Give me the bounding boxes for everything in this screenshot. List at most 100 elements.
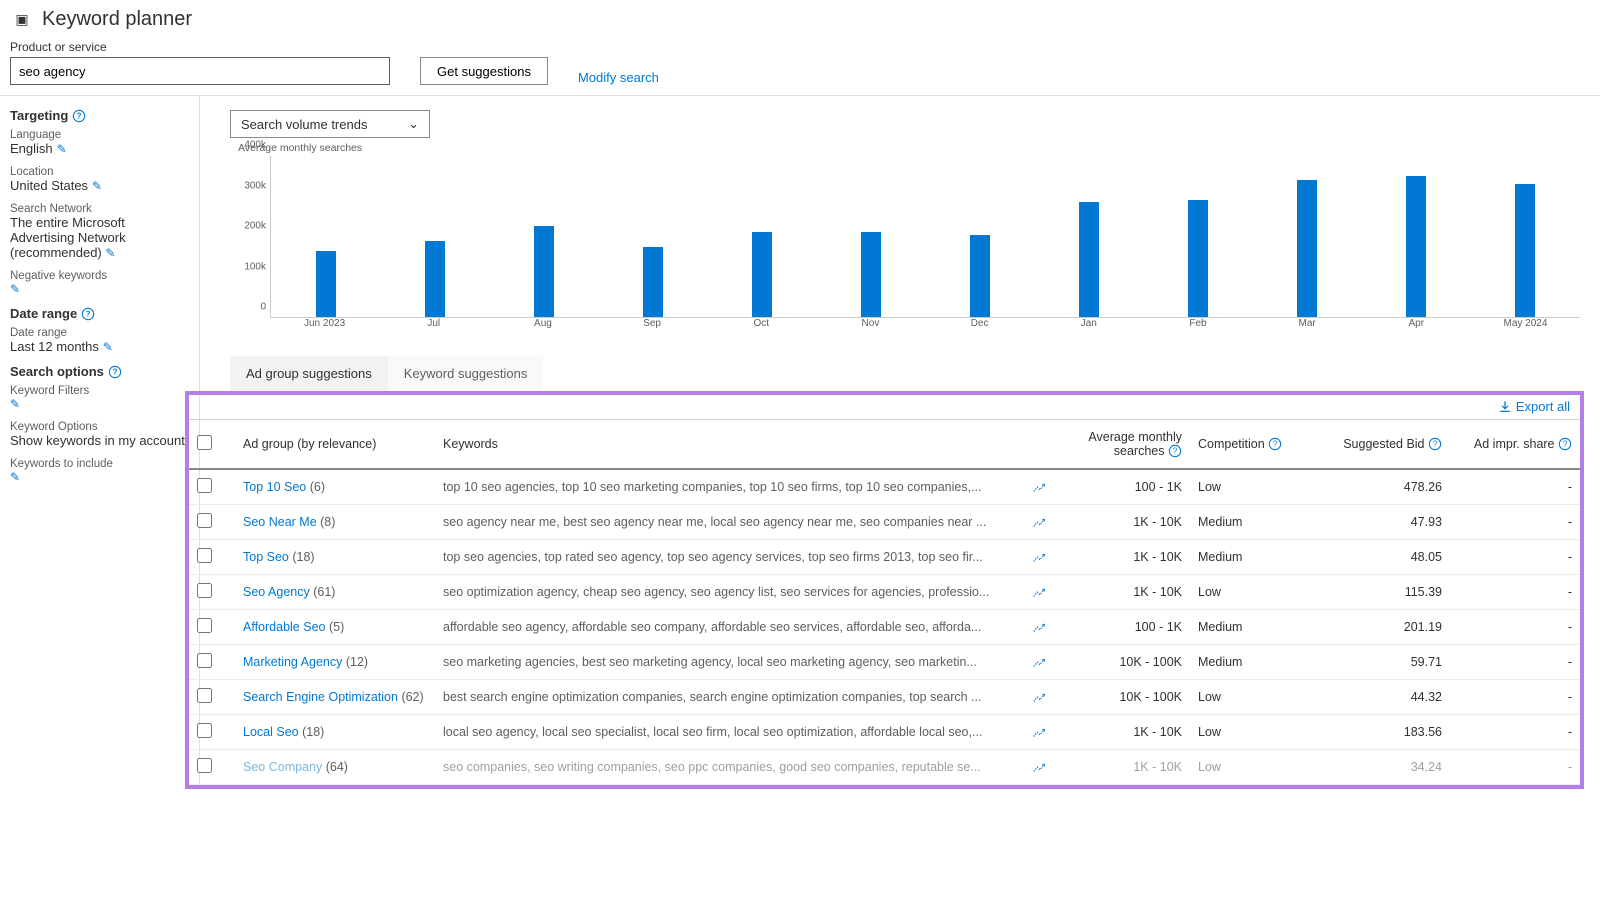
table-row: Marketing Agency (12) seo marketing agen… bbox=[189, 645, 1580, 680]
options-label: Keyword Options bbox=[10, 421, 189, 433]
competition-cell: Medium bbox=[1190, 505, 1310, 540]
select-all-checkbox[interactable] bbox=[197, 435, 212, 450]
adgroup-link[interactable]: Top 10 Seo bbox=[243, 480, 306, 494]
pencil-icon[interactable]: ✎ bbox=[10, 282, 20, 296]
col-adgroup[interactable]: Ad group (by relevance) bbox=[235, 419, 435, 469]
competition-cell: Medium bbox=[1190, 610, 1310, 645]
row-checkbox[interactable] bbox=[197, 688, 212, 703]
info-icon[interactable]: ? bbox=[1558, 437, 1572, 451]
impr-share-cell: - bbox=[1450, 680, 1580, 715]
language-label: Language bbox=[10, 129, 189, 141]
language-value: English bbox=[10, 141, 53, 156]
pencil-icon[interactable]: ✎ bbox=[57, 142, 67, 156]
chart-bar bbox=[1297, 180, 1317, 317]
trend-icon[interactable] bbox=[1032, 585, 1046, 599]
daterange-value: Last 12 months bbox=[10, 339, 99, 354]
chart-bar bbox=[316, 251, 336, 317]
bid-cell: 59.71 bbox=[1310, 645, 1450, 680]
row-checkbox[interactable] bbox=[197, 653, 212, 668]
network-label: Search Network bbox=[10, 203, 189, 215]
competition-cell: Low bbox=[1190, 715, 1310, 750]
collapse-icon[interactable]: ▣ bbox=[10, 11, 34, 28]
x-tick: Jun 2023 bbox=[270, 318, 379, 336]
get-suggestions-button[interactable]: Get suggestions bbox=[420, 57, 548, 85]
row-checkbox[interactable] bbox=[197, 723, 212, 738]
adgroup-count: (62) bbox=[401, 690, 423, 704]
adgroup-count: (5) bbox=[329, 620, 344, 634]
adgroup-count: (8) bbox=[320, 515, 335, 529]
pencil-icon[interactable]: ✎ bbox=[103, 340, 113, 354]
x-tick: Apr bbox=[1362, 318, 1471, 336]
info-icon[interactable]: ? bbox=[1168, 444, 1182, 458]
chart-bar bbox=[1406, 176, 1426, 317]
pencil-icon[interactable]: ✎ bbox=[10, 470, 20, 484]
chart-bar bbox=[534, 226, 554, 317]
product-service-input[interactable] bbox=[10, 57, 390, 85]
trend-icon[interactable] bbox=[1032, 760, 1046, 774]
info-icon[interactable]: ? bbox=[81, 307, 95, 321]
row-checkbox[interactable] bbox=[197, 548, 212, 563]
chart-caption: Average monthly searches bbox=[238, 142, 1584, 154]
impr-share-cell: - bbox=[1450, 469, 1580, 505]
x-tick: Oct bbox=[707, 318, 816, 336]
col-impr-share[interactable]: Ad impr. share bbox=[1474, 437, 1555, 451]
keywords-cell: best search engine optimization companie… bbox=[435, 680, 1024, 715]
table-row: Seo Company (64) seo companies, seo writ… bbox=[189, 750, 1580, 785]
trend-icon[interactable] bbox=[1032, 550, 1046, 564]
chart-bar bbox=[425, 241, 445, 317]
row-checkbox[interactable] bbox=[197, 513, 212, 528]
pencil-icon[interactable]: ✎ bbox=[105, 246, 115, 260]
trend-icon[interactable] bbox=[1032, 480, 1046, 494]
keywords-cell: top seo agencies, top rated seo agency, … bbox=[435, 540, 1024, 575]
col-keywords[interactable]: Keywords bbox=[435, 419, 1024, 469]
trend-icon[interactable] bbox=[1032, 725, 1046, 739]
info-icon[interactable]: ? bbox=[1428, 437, 1442, 451]
adgroup-link[interactable]: Affordable Seo bbox=[243, 620, 325, 634]
adgroup-link[interactable]: Seo Near Me bbox=[243, 515, 317, 529]
x-tick: Jan bbox=[1034, 318, 1143, 336]
svg-text:?: ? bbox=[1273, 440, 1278, 449]
row-checkbox[interactable] bbox=[197, 478, 212, 493]
adgroup-link[interactable]: Seo Agency bbox=[243, 585, 310, 599]
y-tick: 0 bbox=[260, 302, 266, 313]
col-suggested-bid[interactable]: Suggested Bid bbox=[1343, 437, 1424, 451]
info-icon[interactable]: ? bbox=[108, 365, 122, 379]
competition-cell: Low bbox=[1190, 750, 1310, 785]
product-service-label: Product or service bbox=[10, 40, 390, 54]
location-value: United States bbox=[10, 178, 88, 193]
tab-keyword-suggestions[interactable]: Keyword suggestions bbox=[388, 356, 544, 391]
x-tick: Sep bbox=[598, 318, 707, 336]
export-all-link[interactable]: Export all bbox=[1498, 399, 1570, 414]
impr-share-cell: - bbox=[1450, 750, 1580, 785]
bid-cell: 34.24 bbox=[1310, 750, 1450, 785]
adgroup-count: (12) bbox=[346, 655, 368, 669]
trend-icon[interactable] bbox=[1032, 620, 1046, 634]
info-icon[interactable]: ? bbox=[72, 109, 86, 123]
x-tick: Jul bbox=[379, 318, 488, 336]
row-checkbox[interactable] bbox=[197, 758, 212, 773]
adgroup-link[interactable]: Marketing Agency bbox=[243, 655, 342, 669]
svg-text:?: ? bbox=[1173, 447, 1178, 456]
pencil-icon[interactable]: ✎ bbox=[92, 179, 102, 193]
row-checkbox[interactable] bbox=[197, 583, 212, 598]
chart-type-dropdown[interactable]: Search volume trends ⌄ bbox=[230, 110, 430, 138]
adgroup-link[interactable]: Search Engine Optimization bbox=[243, 690, 398, 704]
trend-icon[interactable] bbox=[1032, 690, 1046, 704]
keywords-cell: seo companies, seo writing companies, se… bbox=[435, 750, 1024, 785]
tab-adgroup-suggestions[interactable]: Ad group suggestions bbox=[230, 356, 388, 391]
modify-search-link[interactable]: Modify search bbox=[578, 70, 659, 85]
adgroup-count: (6) bbox=[310, 480, 325, 494]
row-checkbox[interactable] bbox=[197, 618, 212, 633]
info-icon[interactable]: ? bbox=[1268, 437, 1282, 451]
adgroup-link[interactable]: Local Seo bbox=[243, 725, 299, 739]
chart-bar bbox=[970, 235, 990, 318]
col-competition[interactable]: Competition bbox=[1198, 437, 1265, 451]
trend-icon[interactable] bbox=[1032, 515, 1046, 529]
pencil-icon[interactable]: ✎ bbox=[10, 397, 20, 411]
impr-share-cell: - bbox=[1450, 575, 1580, 610]
targeting-title: Targeting bbox=[10, 108, 68, 123]
adgroup-link[interactable]: Seo Company bbox=[243, 760, 322, 774]
trend-icon[interactable] bbox=[1032, 655, 1046, 669]
keywords-cell: seo agency near me, best seo agency near… bbox=[435, 505, 1024, 540]
adgroup-link[interactable]: Top Seo bbox=[243, 550, 289, 564]
